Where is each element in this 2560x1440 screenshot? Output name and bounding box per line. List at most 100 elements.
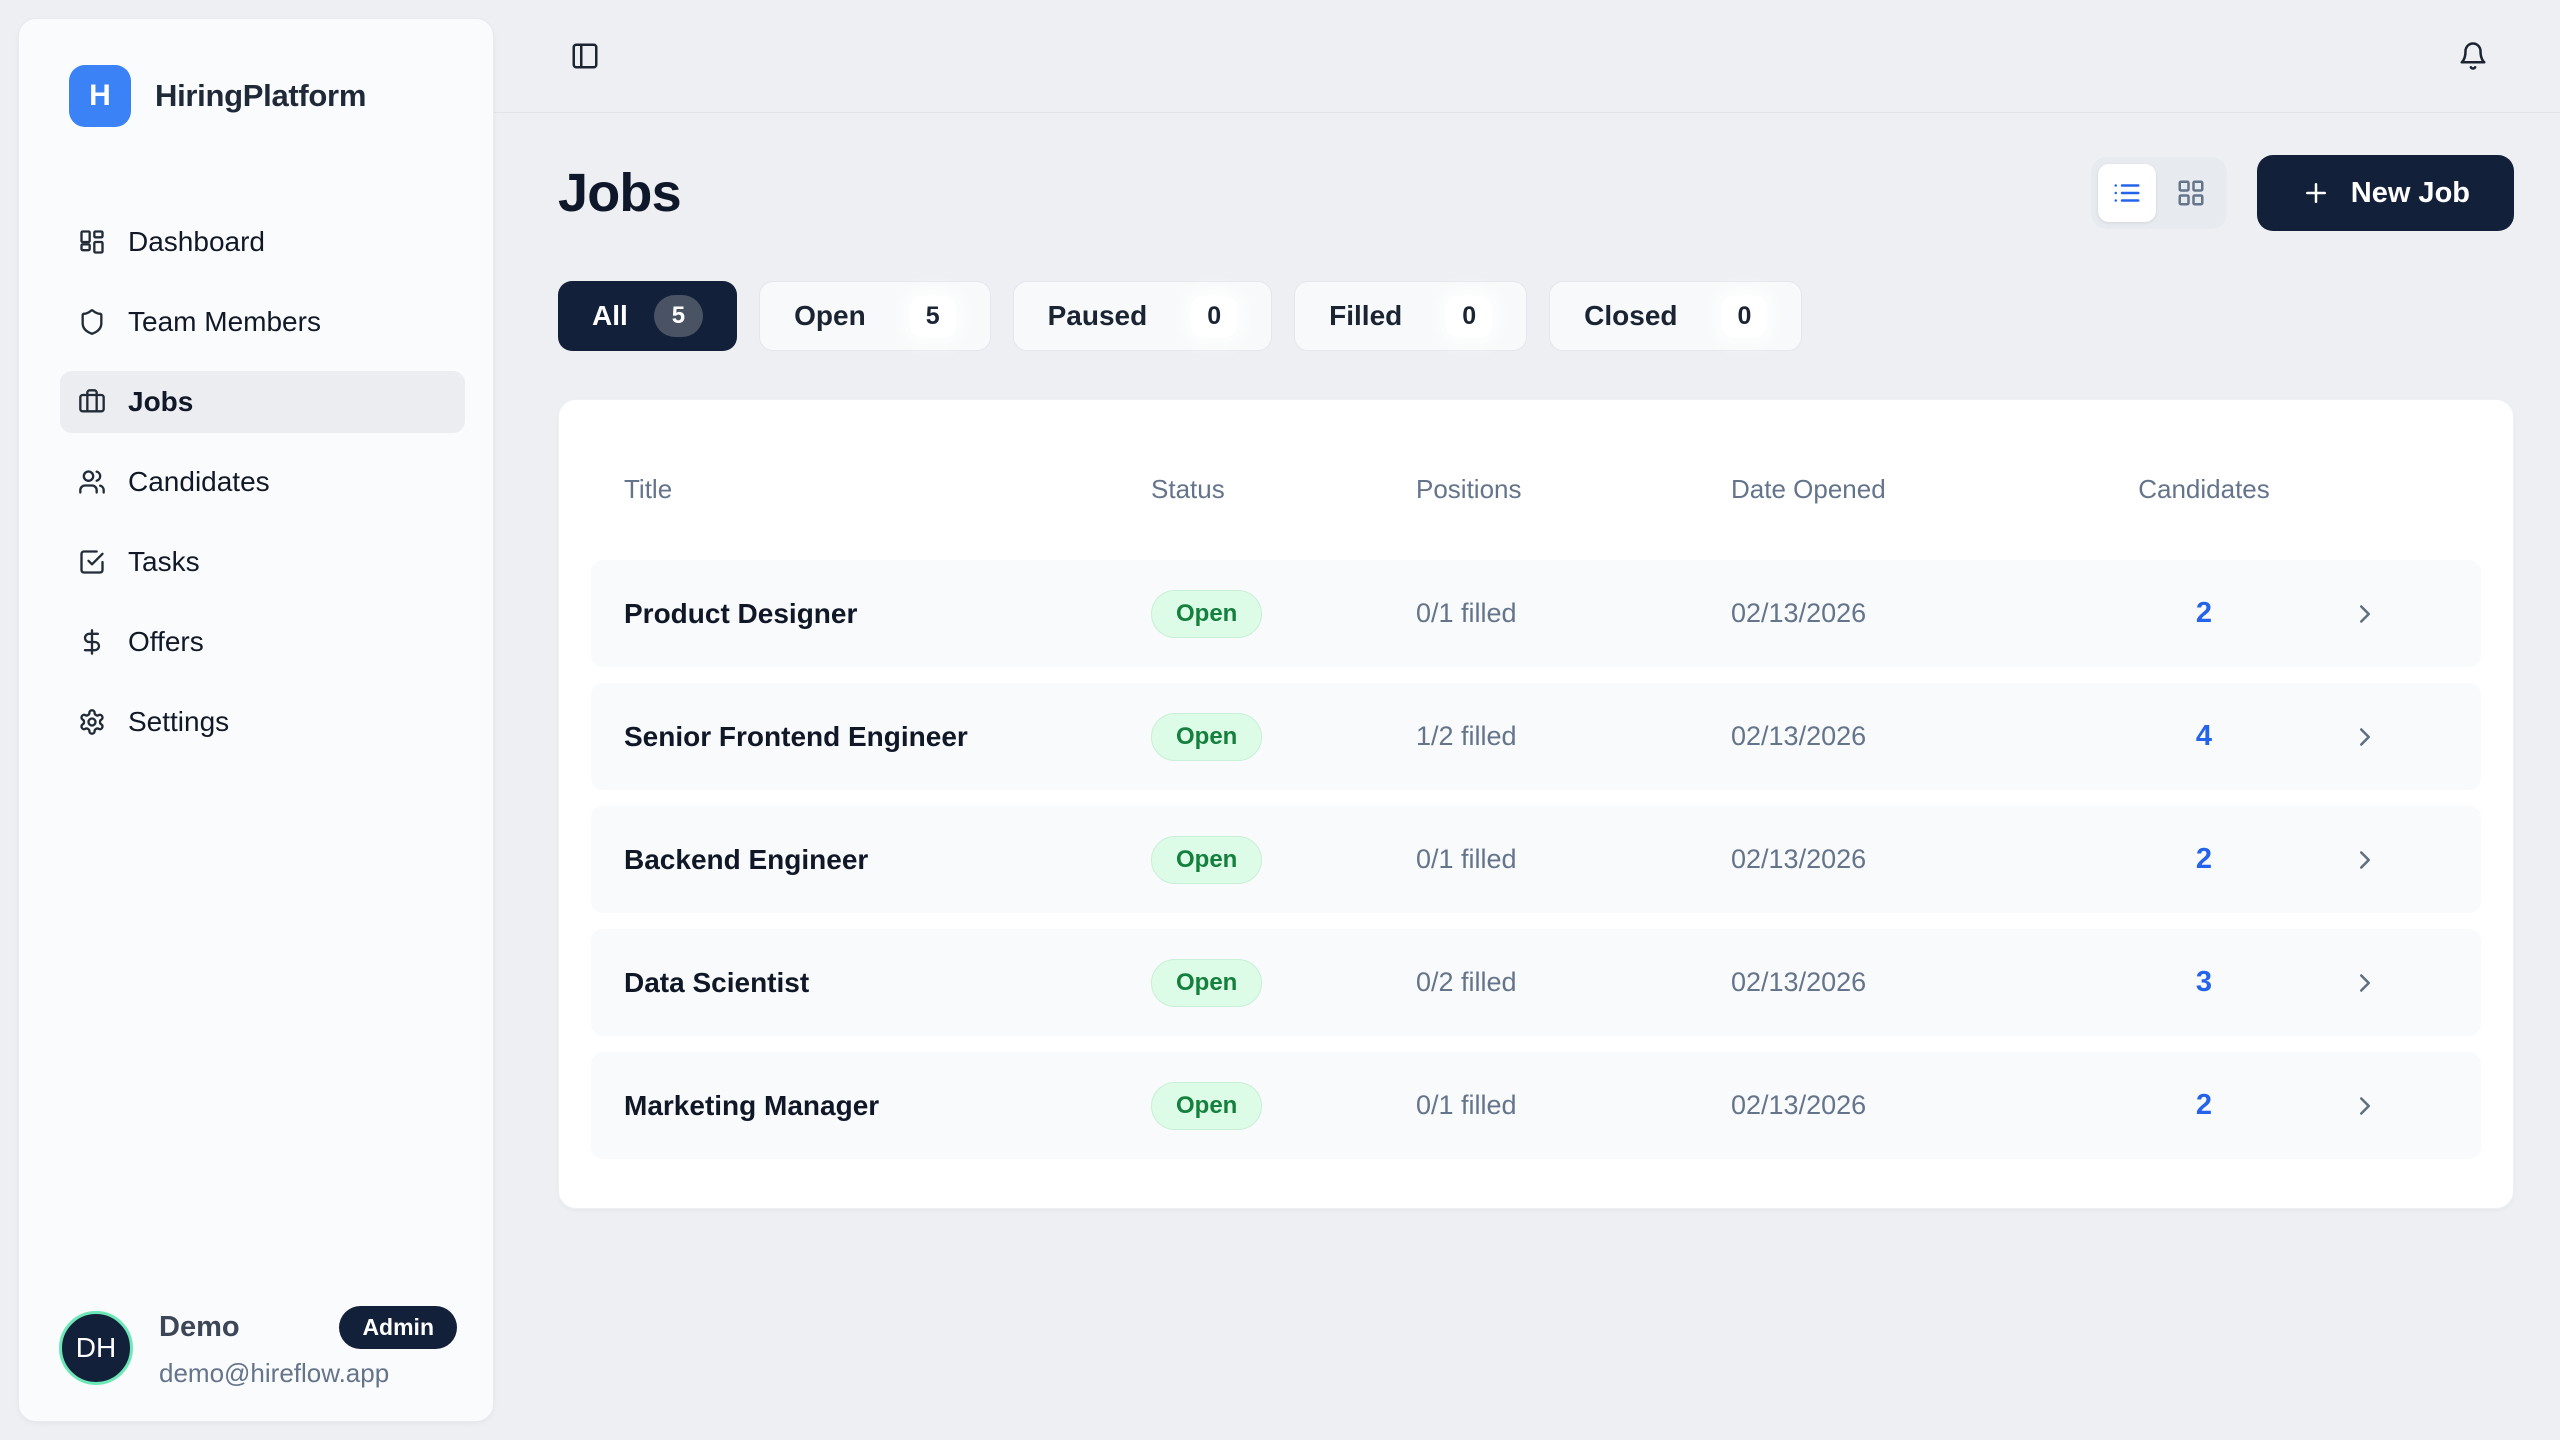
sidebar-item-tasks[interactable]: Tasks: [60, 531, 465, 593]
chevron-right-icon[interactable]: [2350, 845, 2380, 875]
table-row[interactable]: Product Designer Open 0/1 filled 02/13/2…: [591, 560, 2481, 667]
candidates-count: 2: [2129, 843, 2279, 876]
list-view-button[interactable]: [2098, 164, 2156, 222]
column-header-title: Title: [624, 474, 1151, 505]
user-email: demo@hireflow.app: [159, 1358, 457, 1389]
table-row[interactable]: Backend Engineer Open 0/1 filled 02/13/2…: [591, 806, 2481, 913]
filter-label: All: [592, 300, 628, 332]
job-title: Product Designer: [624, 598, 1151, 630]
sidebar-item-label: Candidates: [128, 466, 270, 498]
content: Jobs: [494, 113, 2560, 1209]
job-title: Data Scientist: [624, 967, 1151, 999]
topbar: [494, 0, 2560, 113]
main-area: Jobs: [494, 0, 2560, 1440]
date-opened-cell: 02/13/2026: [1731, 844, 2129, 875]
filter-label: Closed: [1584, 300, 1677, 332]
table-row[interactable]: Marketing Manager Open 0/1 filled 02/13/…: [591, 1052, 2481, 1159]
sidebar-item-team-members[interactable]: Team Members: [60, 291, 465, 353]
filter-label: Filled: [1329, 300, 1402, 332]
check-square-icon: [78, 548, 106, 576]
sidebar-item-label: Jobs: [128, 386, 193, 418]
filter-count-badge: 0: [1722, 296, 1768, 337]
chevron-right-icon[interactable]: [2350, 1091, 2380, 1121]
date-opened-cell: 02/13/2026: [1731, 1090, 2129, 1121]
new-job-button[interactable]: New Job: [2257, 155, 2514, 231]
chevron-right-icon[interactable]: [2350, 968, 2380, 998]
filter-label: Open: [794, 300, 866, 332]
briefcase-icon: [78, 388, 106, 416]
filter-tab-closed[interactable]: Closed 0: [1549, 281, 1802, 351]
sidebar-item-label: Settings: [128, 706, 229, 738]
filter-count-badge: 5: [654, 295, 703, 337]
filter-tab-open[interactable]: Open 5: [759, 281, 990, 351]
positions-cell: 0/2 filled: [1416, 967, 1731, 998]
candidates-count: 2: [2129, 597, 2279, 630]
table-row[interactable]: Senior Frontend Engineer Open 1/2 filled…: [591, 683, 2481, 790]
status-badge: Open: [1151, 713, 1262, 761]
candidates-count: 3: [2129, 966, 2279, 999]
date-opened-cell: 02/13/2026: [1731, 721, 2129, 752]
sidebar-nav: Dashboard Team Members Jobs Candidates T…: [19, 211, 493, 753]
grid-icon: [2176, 178, 2206, 208]
filter-count-badge: 0: [1446, 296, 1492, 337]
filter-tab-filled[interactable]: Filled 0: [1294, 281, 1527, 351]
filter-tab-all[interactable]: All 5: [558, 281, 737, 351]
filter-count-badge: 5: [910, 296, 956, 337]
filter-tab-paused[interactable]: Paused 0: [1013, 281, 1273, 351]
brand: H HiringPlatform: [19, 19, 493, 127]
status-badge: Open: [1151, 1082, 1262, 1130]
role-badge: Admin: [339, 1306, 457, 1349]
user-card[interactable]: DH Demo Admin demo@hireflow.app: [59, 1306, 457, 1389]
table-row[interactable]: Data Scientist Open 0/2 filled 02/13/202…: [591, 929, 2481, 1036]
brand-logo: H: [69, 65, 131, 127]
page-title: Jobs: [558, 162, 681, 224]
sidebar-item-label: Offers: [128, 626, 204, 658]
jobs-table-card: Title Status Positions Date Opened Candi…: [558, 399, 2514, 1209]
positions-cell: 0/1 filled: [1416, 1090, 1731, 1121]
sidebar: H HiringPlatform Dashboard Team Members …: [18, 18, 494, 1422]
dashboard-icon: [78, 228, 106, 256]
column-header-positions: Positions: [1416, 474, 1731, 505]
plus-icon: [2301, 178, 2331, 208]
table-header: Title Status Positions Date Opened Candi…: [591, 462, 2481, 516]
sidebar-item-label: Tasks: [128, 546, 200, 578]
column-header-candidates: Candidates: [2129, 474, 2279, 505]
user-name: Demo: [159, 1311, 240, 1344]
list-icon: [2112, 178, 2142, 208]
filter-label: Paused: [1048, 300, 1148, 332]
sidebar-item-jobs[interactable]: Jobs: [60, 371, 465, 433]
job-title: Senior Frontend Engineer: [624, 721, 1151, 753]
table-rows: Product Designer Open 0/1 filled 02/13/2…: [591, 560, 2481, 1159]
positions-cell: 0/1 filled: [1416, 598, 1731, 629]
brand-name: HiringPlatform: [155, 78, 366, 114]
shield-icon: [78, 308, 106, 336]
positions-cell: 0/1 filled: [1416, 844, 1731, 875]
sidebar-item-offers[interactable]: Offers: [60, 611, 465, 673]
sidebar-item-settings[interactable]: Settings: [60, 691, 465, 753]
new-job-label: New Job: [2351, 177, 2470, 210]
sidebar-item-candidates[interactable]: Candidates: [60, 451, 465, 513]
status-badge: Open: [1151, 836, 1262, 884]
job-title: Backend Engineer: [624, 844, 1151, 876]
positions-cell: 1/2 filled: [1416, 721, 1731, 752]
status-badge: Open: [1151, 959, 1262, 1007]
grid-view-button[interactable]: [2162, 164, 2220, 222]
column-header-status: Status: [1151, 474, 1416, 505]
sidebar-item-label: Team Members: [128, 306, 321, 338]
status-badge: Open: [1151, 590, 1262, 638]
users-icon: [78, 468, 106, 496]
date-opened-cell: 02/13/2026: [1731, 967, 2129, 998]
filter-count-badge: 0: [1191, 296, 1237, 337]
column-header-date-opened: Date Opened: [1731, 474, 2129, 505]
sidebar-item-dashboard[interactable]: Dashboard: [60, 211, 465, 273]
bell-icon[interactable]: [2458, 41, 2488, 71]
date-opened-cell: 02/13/2026: [1731, 598, 2129, 629]
gear-icon: [78, 708, 106, 736]
chevron-right-icon[interactable]: [2350, 722, 2380, 752]
avatar: DH: [59, 1311, 133, 1385]
sidebar-toggle-icon[interactable]: [570, 41, 600, 71]
candidates-count: 2: [2129, 1089, 2279, 1122]
chevron-right-icon[interactable]: [2350, 599, 2380, 629]
view-toggle: [2091, 157, 2227, 229]
dollar-icon: [78, 628, 106, 656]
